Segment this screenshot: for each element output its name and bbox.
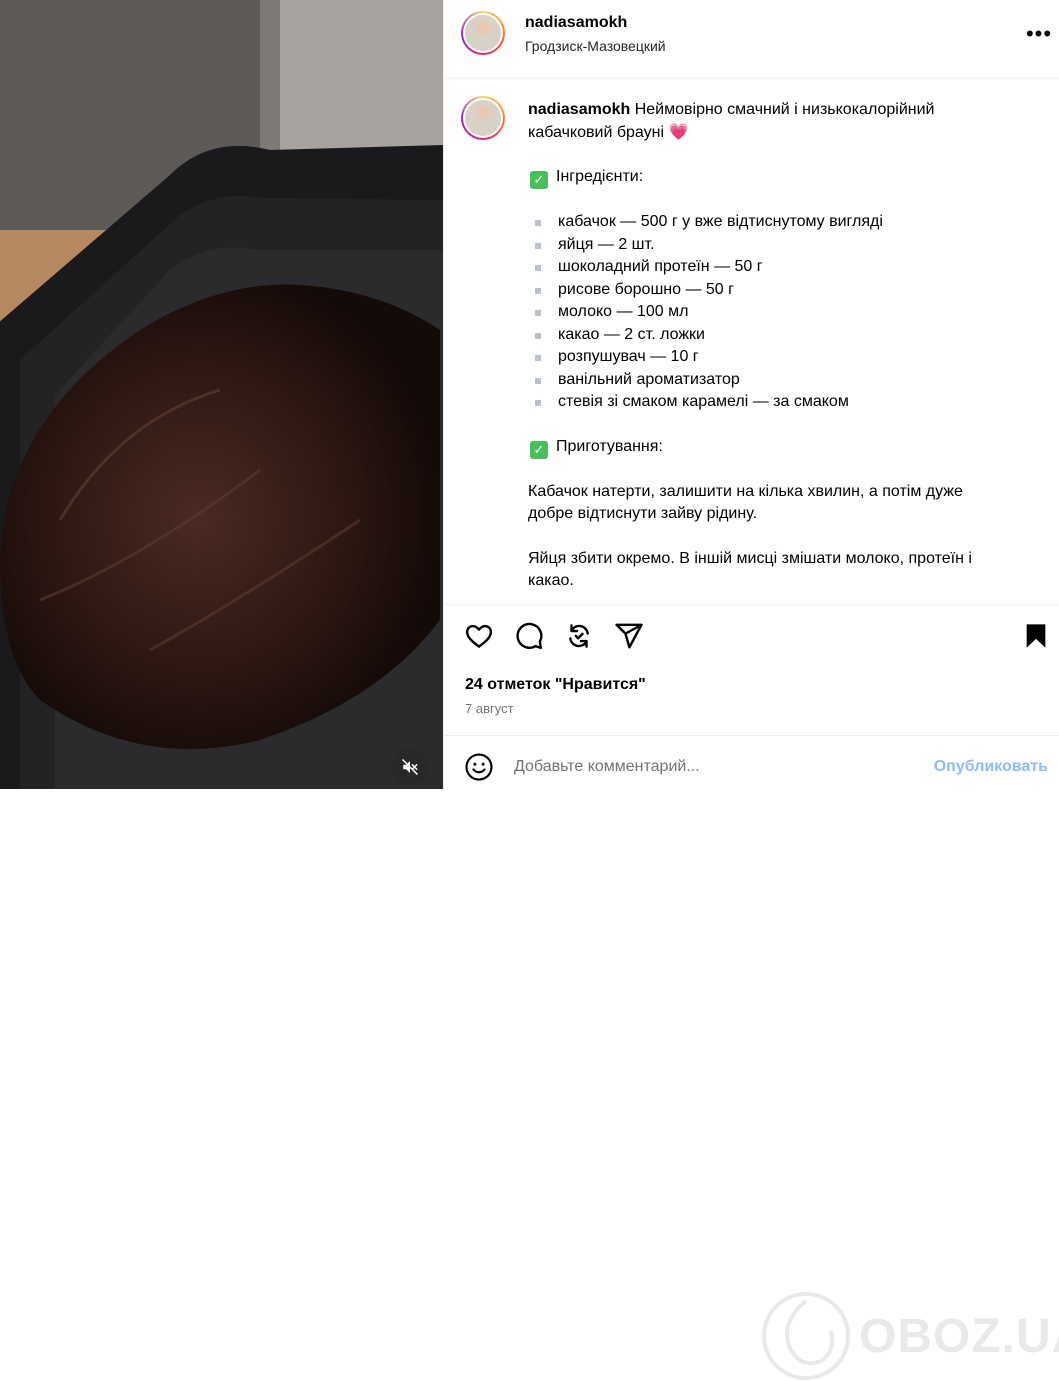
caption-username[interactable]: nadiasamokh bbox=[528, 101, 630, 118]
heart-emoji: 💗 bbox=[668, 123, 689, 141]
comment-button[interactable] bbox=[514, 621, 546, 653]
emoji-icon bbox=[465, 753, 493, 781]
watermark-text: OBOZ.UA bbox=[859, 1309, 1059, 1363]
brownie-photo bbox=[0, 0, 443, 789]
save-button[interactable] bbox=[1022, 621, 1054, 653]
ingredients-list: кабачок — 500 г у вже відтиснутому вигля… bbox=[528, 211, 1008, 414]
list-item: стевія зі смаком карамелі — за смаком bbox=[528, 391, 1008, 414]
muted-speaker-icon bbox=[401, 758, 419, 776]
list-item: рисове борошно — 50 г bbox=[528, 279, 1008, 302]
post-date[interactable]: 7 август bbox=[465, 701, 514, 716]
author-username[interactable]: nadiasamokh bbox=[525, 14, 627, 32]
watermark: OBOZ.UA bbox=[761, 1291, 1059, 1381]
list-item: кабачок — 500 г у вже відтиснутому вигля… bbox=[528, 211, 1008, 234]
prep-title: Приготування: bbox=[556, 437, 663, 455]
list-item: шоколадний протеїн — 50 г bbox=[528, 256, 1008, 279]
prep-step: Кабачок натерти, залишити на кілька хвил… bbox=[528, 482, 963, 523]
post-location[interactable]: Гродзиск-Мазовецкий bbox=[525, 38, 666, 54]
mute-button[interactable] bbox=[392, 749, 428, 785]
share-button[interactable] bbox=[614, 621, 646, 653]
more-options-button[interactable]: ••• bbox=[1024, 21, 1054, 46]
ingredients-title: Інгредієнти: bbox=[556, 168, 644, 185]
prep-step: Яйця збити окремо. В іншій мисці змішати… bbox=[528, 549, 972, 590]
post-media[interactable] bbox=[0, 0, 443, 789]
caption-avatar[interactable] bbox=[461, 96, 505, 140]
like-button[interactable] bbox=[464, 621, 496, 653]
post-header: nadiasamokh Гродзиск-Мазовецкий ••• bbox=[444, 0, 1059, 79]
list-item: яйця — 2 шт. bbox=[528, 234, 1008, 257]
emoji-button[interactable] bbox=[464, 752, 494, 787]
repost-icon bbox=[569, 624, 589, 648]
likes-count[interactable]: 24 отметок "Нравится" bbox=[465, 676, 646, 694]
send-icon bbox=[615, 623, 643, 649]
caption-area: nadiasamokh Неймовірно смачний і низькок… bbox=[444, 79, 1059, 603]
comment-input[interactable]: Добавьте комментарий... bbox=[514, 758, 700, 776]
list-item: ванільний ароматизатор bbox=[528, 369, 1008, 392]
post-actions: 24 отметок "Нравится" 7 август OBOZ.UA bbox=[444, 604, 1059, 1380]
check-icon: ✓ bbox=[530, 440, 548, 459]
list-item: розпушувач — 10 г bbox=[528, 346, 1008, 369]
list-item: молоко — 100 мл bbox=[528, 301, 1008, 324]
publish-button[interactable]: Опубликовать bbox=[934, 758, 1048, 776]
watermark-logo-icon bbox=[762, 1292, 850, 1380]
post-details-panel: nadiasamokh Гродзиск-Мазовецкий ••• nadi… bbox=[443, 0, 1059, 1380]
comment-bar: Добавьте комментарий... Опубликовать bbox=[444, 735, 1059, 790]
bookmark-filled-icon bbox=[1026, 624, 1046, 648]
comment-icon bbox=[516, 622, 543, 650]
list-item: какао — 2 ст. ложки bbox=[528, 324, 1008, 347]
author-avatar[interactable] bbox=[461, 11, 505, 55]
check-icon: ✓ bbox=[530, 171, 548, 189]
repost-button[interactable] bbox=[564, 621, 596, 653]
heart-icon bbox=[465, 624, 493, 648]
more-icon: ••• bbox=[1025, 21, 1053, 46]
caption-text: nadiasamokh Неймовірно смачний і низькок… bbox=[528, 99, 1008, 593]
